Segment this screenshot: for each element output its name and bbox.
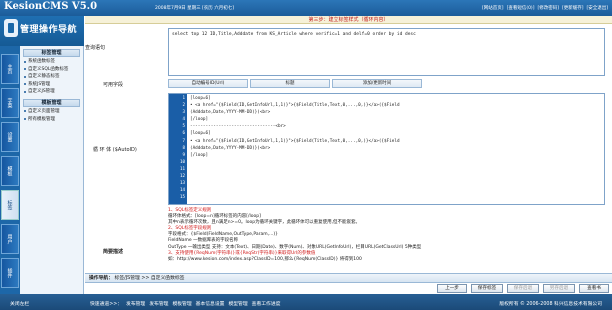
line-number: 1 [182, 95, 185, 100]
field-id-button[interactable]: 自动编号ID(Url) [168, 79, 248, 88]
code-line: [/loop] [190, 152, 209, 158]
app-logo: KesionCMS V5.0 [4, 1, 98, 12]
code-line: • <a href="{$Field(ID,GetInfoUrl,1,1)}">… [190, 138, 400, 144]
save-as-back-button[interactable]: 另存后退 [543, 284, 575, 293]
code-line: • <a href="{$Field(ID,GetInfoUrl,1,1)}">… [190, 103, 400, 109]
close-sidebar-link[interactable]: 关闭左栏 [10, 300, 29, 307]
code-line: ---------------------------------<br> [190, 124, 286, 130]
line-number: 10 [179, 158, 185, 164]
fields-label: 可用字段 [103, 82, 124, 88]
tab-templates[interactable]: 模板 [1, 156, 19, 186]
sidebar-section-templates: 模板管理 [23, 98, 80, 107]
messages-link[interactable]: [查看短信(0)] [507, 5, 535, 11]
quick-link[interactable]: 模型管理 [228, 300, 247, 307]
sidebar-item-custom-sql[interactable]: 自定义SQL函数标签 [20, 66, 83, 74]
change-password-link[interactable]: [修改密码] [537, 5, 559, 11]
line-number: 4 [182, 116, 185, 122]
sidebar-item-system-function[interactable]: 系统函数标签 [20, 58, 83, 66]
loop-body-editor[interactable]: 1 2 3 4 5 6 7 8 9 10 11 12 13 14 15 [loo… [168, 93, 605, 205]
save-label-button[interactable]: 保存标签 [471, 284, 503, 293]
status-bar: 关闭左栏 快速通道>>： 发布管理 发布管理 模板管理 基本信息设置 模型管理 … [0, 294, 612, 310]
quick-link[interactable]: 发布管理 [149, 300, 168, 307]
top-bar: KesionCMS V5.0 2008年7月9日 星期三 [农历 六月初七] [… [0, 0, 612, 16]
loop-body-label: 循 环 体 ($AutoID) [93, 147, 137, 153]
tab-home[interactable]: 主页 [1, 54, 19, 84]
query-label: 查询语句 [85, 45, 106, 51]
sidebar-item-system-js[interactable]: 系统JS管理 [20, 81, 83, 89]
field-title-button[interactable]: 标题 [250, 79, 330, 88]
operation-nav: 操作导航： 标签/JS管理 >> 自定义函数标签 [85, 273, 612, 283]
top-links: [网站首页] [查看短信(0)] [修改密码] [更新缓存] [安全退出] [482, 5, 608, 11]
description-block: 1、SQL标签定义规则 循环体格式：[loop=n]循环标签的内容[/loop]… [168, 208, 605, 263]
line-number: 3 [182, 109, 185, 115]
code-line: (Adddate,Date,YYYY-MM-DD)})<br> [190, 145, 271, 151]
quick-links: 快速通道>>： 发布管理 发布管理 模板管理 基本信息设置 模型管理 查看工作进… [90, 300, 280, 307]
line-number: 9 [182, 151, 185, 157]
quick-link[interactable]: 查看工作进度 [252, 300, 281, 307]
line-number-gutter: 1 2 3 4 5 6 7 8 9 10 11 12 13 14 15 [169, 94, 187, 204]
view-button[interactable]: 查看书 [579, 284, 609, 293]
fields-row: 自动编号ID(Url) 标题 添加/更新时间 [168, 79, 422, 88]
date-text: 2008年7月9日 星期三 [农历 六月初七] [155, 6, 234, 11]
tab-settings[interactable]: 设置 [1, 122, 19, 152]
tab-labels[interactable]: 标签 [1, 190, 19, 220]
vertical-tabs: 主页 字菜 设置 模板 标签 用户 插件 [0, 46, 20, 294]
save-back-button[interactable]: 保存后退 [507, 284, 539, 293]
sql-query-textarea[interactable]: select top 12 ID,Title,Adddate from KS_A… [168, 28, 605, 76]
home-link[interactable]: [网站首页] [482, 5, 504, 11]
line-number: 8 [182, 144, 185, 150]
code-line: (Adddate,Date,YYYY-MM-DD)})<br> [190, 110, 271, 116]
refresh-cache-link[interactable]: [更新缓存] [562, 5, 584, 11]
brand-title: 管理操作导航 [20, 25, 78, 35]
code-area[interactable]: [loop=6] • <a href="{$Field(ID,GetInfoUr… [190, 95, 602, 159]
line-number: 11 [179, 165, 185, 171]
line-number: 5 [182, 123, 185, 129]
sidebar-item-custom-js[interactable]: 自定义JS管理 [20, 88, 83, 96]
prev-step-button[interactable]: 上一步 [437, 284, 467, 293]
code-line: [loop=6] [190, 131, 211, 137]
logo-icon [4, 19, 18, 37]
copyright-text: 版权所有 © 2006-2008 科兴信息技术有限公司 [499, 302, 602, 307]
line-number: 15 [179, 194, 185, 200]
desc-line: 如：http://www.kesion.com/index.asp?ClassI… [168, 256, 362, 262]
line-number: 7 [182, 137, 185, 143]
quick-link[interactable]: 基本信息设置 [196, 300, 225, 307]
op-nav-path[interactable]: 标签/JS管理 >> 自定义函数标签 [115, 276, 185, 281]
brand-panel: 管理操作导航 [0, 16, 84, 46]
step-title: 第三步：建立标签样式（循环内容） [85, 16, 612, 24]
line-number: 2 [182, 102, 185, 108]
sidebar-item-all-templates[interactable]: 所有模板管理 [20, 116, 83, 124]
logout-link[interactable]: [安全退出] [586, 5, 608, 11]
op-nav-label: 操作导航： [89, 276, 113, 281]
code-line: [loop=6] [190, 96, 211, 101]
sidebar-item-custom-static[interactable]: 自定义静态标签 [20, 73, 83, 81]
quick-link[interactable]: 发布管理 [126, 300, 145, 307]
code-line: [/loop] [190, 117, 209, 123]
sidebar-menu: 标签管理 系统函数标签 自定义SQL函数标签 自定义静态标签 系统JS管理 自定… [20, 46, 84, 294]
tab-users[interactable]: 用户 [1, 224, 19, 254]
field-date-button[interactable]: 添加/更新时间 [332, 79, 422, 88]
tab-content[interactable]: 字菜 [1, 88, 19, 118]
line-number: 14 [179, 187, 185, 193]
desc-label: 简要描述 [103, 249, 124, 255]
quick-label: 快速通道>>： [90, 302, 123, 307]
tab-plugins[interactable]: 插件 [1, 258, 19, 288]
main-panel: 第三步：建立标签样式（循环内容） 查询语句 select top 12 ID,T… [85, 16, 612, 294]
line-number: 12 [179, 173, 185, 179]
quick-link[interactable]: 模板管理 [172, 300, 191, 307]
sidebar-section-labels: 标签管理 [23, 49, 80, 57]
sidebar-item-custom-pages[interactable]: 自定义页面管理 [20, 108, 83, 116]
line-number: 13 [179, 180, 185, 186]
line-number: 6 [182, 130, 185, 136]
